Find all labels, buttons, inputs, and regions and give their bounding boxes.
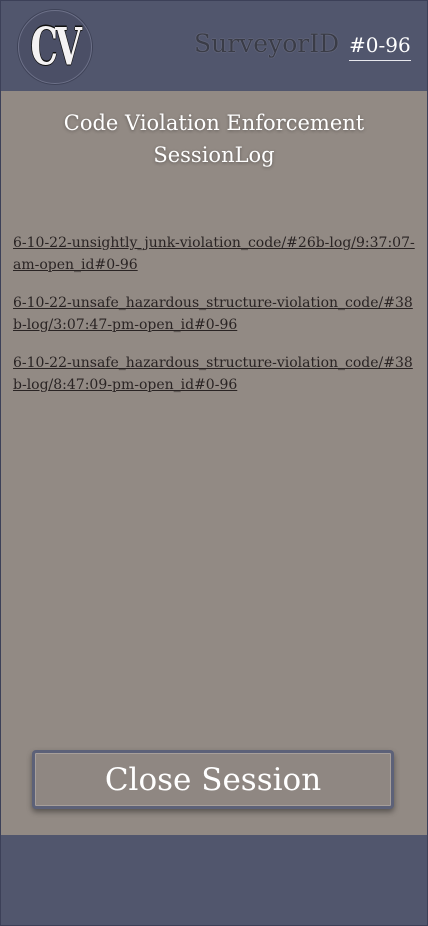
page-title-line-2: SessionLog: [153, 143, 275, 167]
cv-logo: CV: [18, 10, 92, 84]
surveyor-id-value: #0-96: [349, 33, 411, 61]
log-entry-link[interactable]: 6-10-22-unsafe_hazardous_structure-viola…: [13, 292, 415, 336]
log-entry-link[interactable]: 6-10-22-unsafe_hazardous_structure-viola…: [13, 352, 415, 396]
page-title: Code Violation Enforcement SessionLog: [1, 107, 427, 171]
app-frame: CV SurveyorID #0-96 Code Violation Enfor…: [0, 0, 428, 926]
close-session-button[interactable]: Close Session: [32, 750, 394, 809]
surveyor-id-label: SurveyorID: [194, 29, 340, 58]
logo-text: CV: [30, 16, 82, 78]
page-title-line-1: Code Violation Enforcement: [63, 111, 365, 135]
log-entry-link[interactable]: 6-10-22-unsightly_junk-violation_code/#2…: [13, 232, 415, 276]
header-bar: CV SurveyorID #0-96: [1, 1, 427, 91]
footer-bar: [1, 835, 427, 925]
session-log-list: 6-10-22-unsightly_junk-violation_code/#2…: [13, 232, 415, 412]
